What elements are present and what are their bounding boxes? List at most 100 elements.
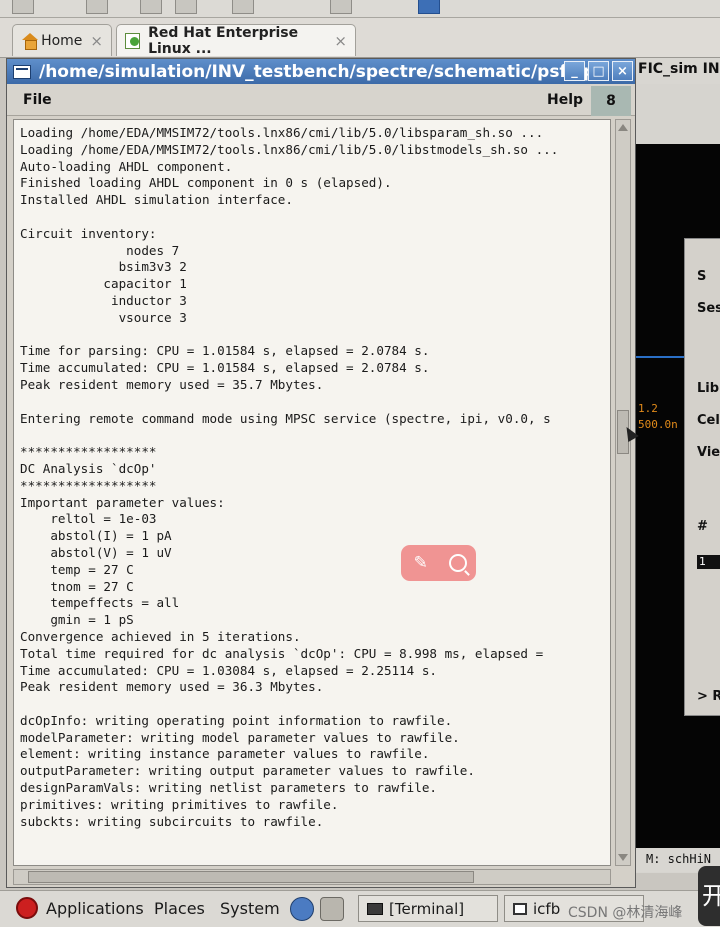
- canvas-label: 500.0n: [638, 418, 678, 431]
- dialog-label[interactable]: > R: [697, 689, 720, 704]
- window-controls: _ □ ×: [564, 61, 633, 81]
- log-line: Circuit inventory:: [20, 225, 157, 241]
- toolbar-button[interactable]: [140, 0, 162, 14]
- magic-wand-icon[interactable]: ✎: [410, 552, 432, 574]
- log-line: tnom = 27 C: [20, 578, 134, 594]
- menu-badge: 8: [591, 86, 631, 116]
- log-line: subckts: writing subcircuits to rawfile.: [20, 813, 324, 829]
- dialog-label: View: [697, 445, 720, 460]
- toolbar-button[interactable]: [418, 0, 440, 14]
- log-line: Auto-loading AHDL component.: [20, 158, 233, 174]
- watermark: CSDN @林清海峰: [568, 905, 683, 921]
- minimize-button[interactable]: _: [564, 61, 585, 81]
- log-line: Finished loading AHDL component in 0 s (…: [20, 175, 392, 191]
- redhat-logo-icon[interactable]: [16, 897, 38, 919]
- log-line: gmin = 1 pS: [20, 612, 134, 628]
- log-line: primitives: writing primitives to rawfil…: [20, 796, 339, 812]
- horizontal-scrollbar[interactable]: [13, 869, 611, 885]
- tab-close-button[interactable]: ×: [334, 32, 347, 50]
- log-line: Time for parsing: CPU = 1.01584 s, elaps…: [20, 343, 430, 359]
- terminal-icon: [367, 902, 383, 915]
- task-terminal[interactable]: [Terminal]: [358, 895, 498, 922]
- log-line: Installed AHDL simulation interface.: [20, 192, 293, 208]
- menu-bar: File Help 8: [7, 84, 635, 116]
- log-line: Entering remote command mode using MPSC …: [20, 410, 551, 426]
- toolbar-button[interactable]: [330, 0, 352, 14]
- launcher-icon[interactable]: [320, 897, 344, 921]
- log-line: dcOpInfo: writing operating point inform…: [20, 712, 453, 728]
- log-line: Time accumulated: CPU = 1.01584 s, elaps…: [20, 360, 430, 376]
- log-line: nodes 7: [20, 242, 180, 258]
- task-label: icfb: [533, 899, 561, 918]
- menu-applications[interactable]: Applications: [46, 899, 144, 918]
- scroll-down-icon[interactable]: [618, 854, 628, 861]
- window-menu-icon[interactable]: [13, 64, 31, 79]
- window-icon: [513, 902, 527, 915]
- log-line: abstol(V) = 1 uV: [20, 544, 172, 560]
- menu-help[interactable]: Help: [547, 92, 583, 108]
- log-line: Loading /home/EDA/MMSIM72/tools.lnx86/cm…: [20, 125, 544, 140]
- spectre-log-window: /home/simulation/INV_testbench/spectre/s…: [6, 58, 636, 888]
- toolbar-button[interactable]: [86, 0, 108, 14]
- dialog-label[interactable]: Ses: [697, 301, 720, 316]
- log-line: reltol = 1e-03: [20, 511, 157, 527]
- log-line: Time accumulated: CPU = 1.03084 s, elaps…: [20, 662, 438, 678]
- dialog-selected-row[interactable]: 1: [697, 555, 720, 569]
- log-line: tempeffects = all: [20, 595, 180, 611]
- redhat-page-icon: [125, 32, 141, 49]
- tab-redhat[interactable]: Red Hat Enterprise Linux ... ×: [116, 24, 356, 57]
- vertical-scrollbar[interactable]: [615, 119, 631, 866]
- scrollbar-thumb[interactable]: [28, 871, 474, 883]
- tab-label: Red Hat Enterprise Linux ...: [148, 24, 299, 57]
- log-line: element: writing instance parameter valu…: [20, 746, 430, 762]
- window-title-bar[interactable]: /home/simulation/INV_testbench/spectre/s…: [7, 59, 635, 84]
- tab-close-button[interactable]: ×: [90, 32, 103, 50]
- menu-places[interactable]: Places: [154, 899, 205, 918]
- log-output[interactable]: Loading /home/EDA/MMSIM72/tools.lnx86/cm…: [13, 119, 611, 866]
- toolbar-button[interactable]: [12, 0, 34, 14]
- corner-badge: 开: [698, 866, 720, 926]
- dialog-label: #: [697, 519, 708, 534]
- log-line: DC Analysis `dcOp': [20, 460, 157, 476]
- library-dialog: S Ses Libr Cell View # 1 > R: [684, 238, 720, 716]
- menu-system[interactable]: System: [220, 899, 280, 918]
- schematic-window: FIC_sim IN 1.2 500.0n S Ses Libr Cell Vi…: [636, 58, 720, 873]
- maximize-button[interactable]: □: [588, 61, 609, 81]
- dialog-label: Libr: [697, 381, 720, 396]
- network-icon[interactable]: [290, 897, 314, 921]
- close-button[interactable]: ×: [612, 61, 633, 81]
- tab-home[interactable]: Home ×: [12, 24, 112, 56]
- log-line: modelParameter: writing model parameter …: [20, 729, 460, 745]
- toolbar-button[interactable]: [175, 0, 197, 14]
- log-line: abstol(I) = 1 pA: [20, 528, 172, 544]
- log-line: Convergence achieved in 5 iterations.: [20, 628, 301, 644]
- log-line: ******************: [20, 444, 157, 460]
- browser-toolbar: [0, 0, 720, 18]
- toolbar-button[interactable]: [232, 0, 254, 14]
- scroll-up-icon[interactable]: [618, 124, 628, 131]
- floating-tool-widget[interactable]: ✎: [401, 545, 476, 581]
- log-line: Total time required for dc analysis `dcO…: [20, 645, 544, 661]
- menu-file[interactable]: File: [23, 92, 52, 108]
- log-line: capacitor 1: [20, 276, 187, 292]
- taskbar: Applications Places System [Terminal] ic…: [0, 890, 720, 927]
- dialog-label: S: [697, 269, 707, 284]
- browser-tabbar: Home × Red Hat Enterprise Linux ... ×: [0, 18, 720, 58]
- home-icon: [21, 32, 39, 50]
- log-line: designParamVals: writing netlist paramet…: [20, 780, 438, 796]
- dialog-label: Cell: [697, 413, 720, 428]
- tab-label: Home: [41, 32, 83, 49]
- window-title: /home/simulation/INV_testbench/spectre/s…: [39, 61, 596, 82]
- log-line: inductor 3: [20, 292, 187, 308]
- log-line: vsource 3: [20, 309, 187, 325]
- log-line: Important parameter values:: [20, 494, 225, 510]
- log-line: Loading /home/EDA/MMSIM72/tools.lnx86/cm…: [20, 141, 559, 157]
- log-line: Peak resident memory used = 36.3 Mbytes.: [20, 679, 324, 695]
- search-icon[interactable]: [449, 554, 468, 572]
- log-line: Peak resident memory used = 35.7 Mbytes.: [20, 376, 324, 392]
